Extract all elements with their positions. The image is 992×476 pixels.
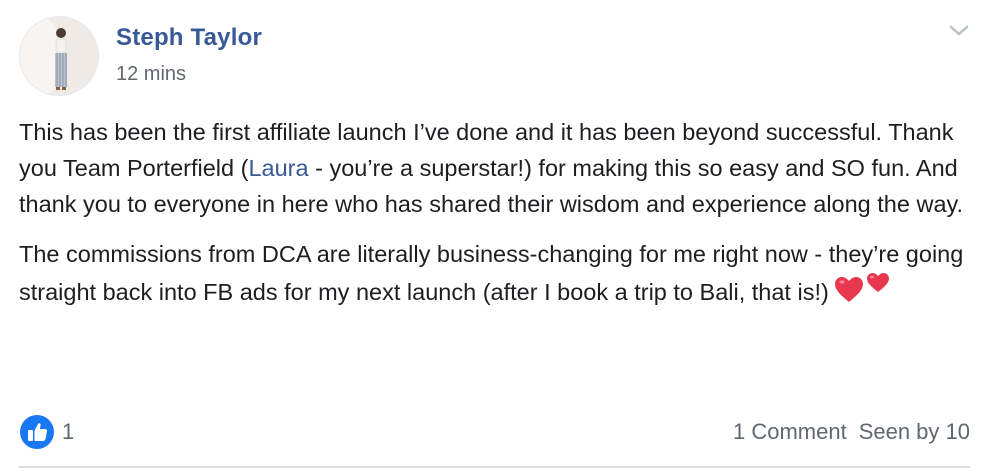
post-paragraph: This has been the first affiliate launch… bbox=[19, 114, 969, 222]
paragraph-text: The commissions from DCA are literally b… bbox=[19, 241, 964, 305]
like-count[interactable]: 1 bbox=[62, 419, 74, 445]
author-name[interactable]: Steph Taylor bbox=[116, 24, 262, 52]
like-reaction-button[interactable] bbox=[19, 414, 55, 450]
post-paragraph: The commissions from DCA are literally b… bbox=[19, 236, 969, 316]
mention-link[interactable]: Laura bbox=[248, 155, 308, 181]
post-timestamp[interactable]: 12 mins bbox=[116, 63, 186, 86]
comment-count-link[interactable]: 1 Comment bbox=[733, 419, 847, 444]
profile-photo bbox=[20, 17, 98, 95]
post-menu-button[interactable] bbox=[945, 18, 973, 42]
divider bbox=[19, 466, 970, 468]
seen-by-count[interactable]: Seen by 10 bbox=[859, 419, 970, 444]
two-hearts-emoji bbox=[833, 272, 895, 316]
avatar[interactable] bbox=[19, 16, 99, 96]
post-body: This has been the first affiliate launch… bbox=[19, 114, 969, 330]
thumbs-up-icon bbox=[20, 415, 54, 449]
post-stats: 1 Comment Seen by 10 bbox=[721, 419, 970, 445]
chevron-down-icon bbox=[949, 25, 969, 36]
